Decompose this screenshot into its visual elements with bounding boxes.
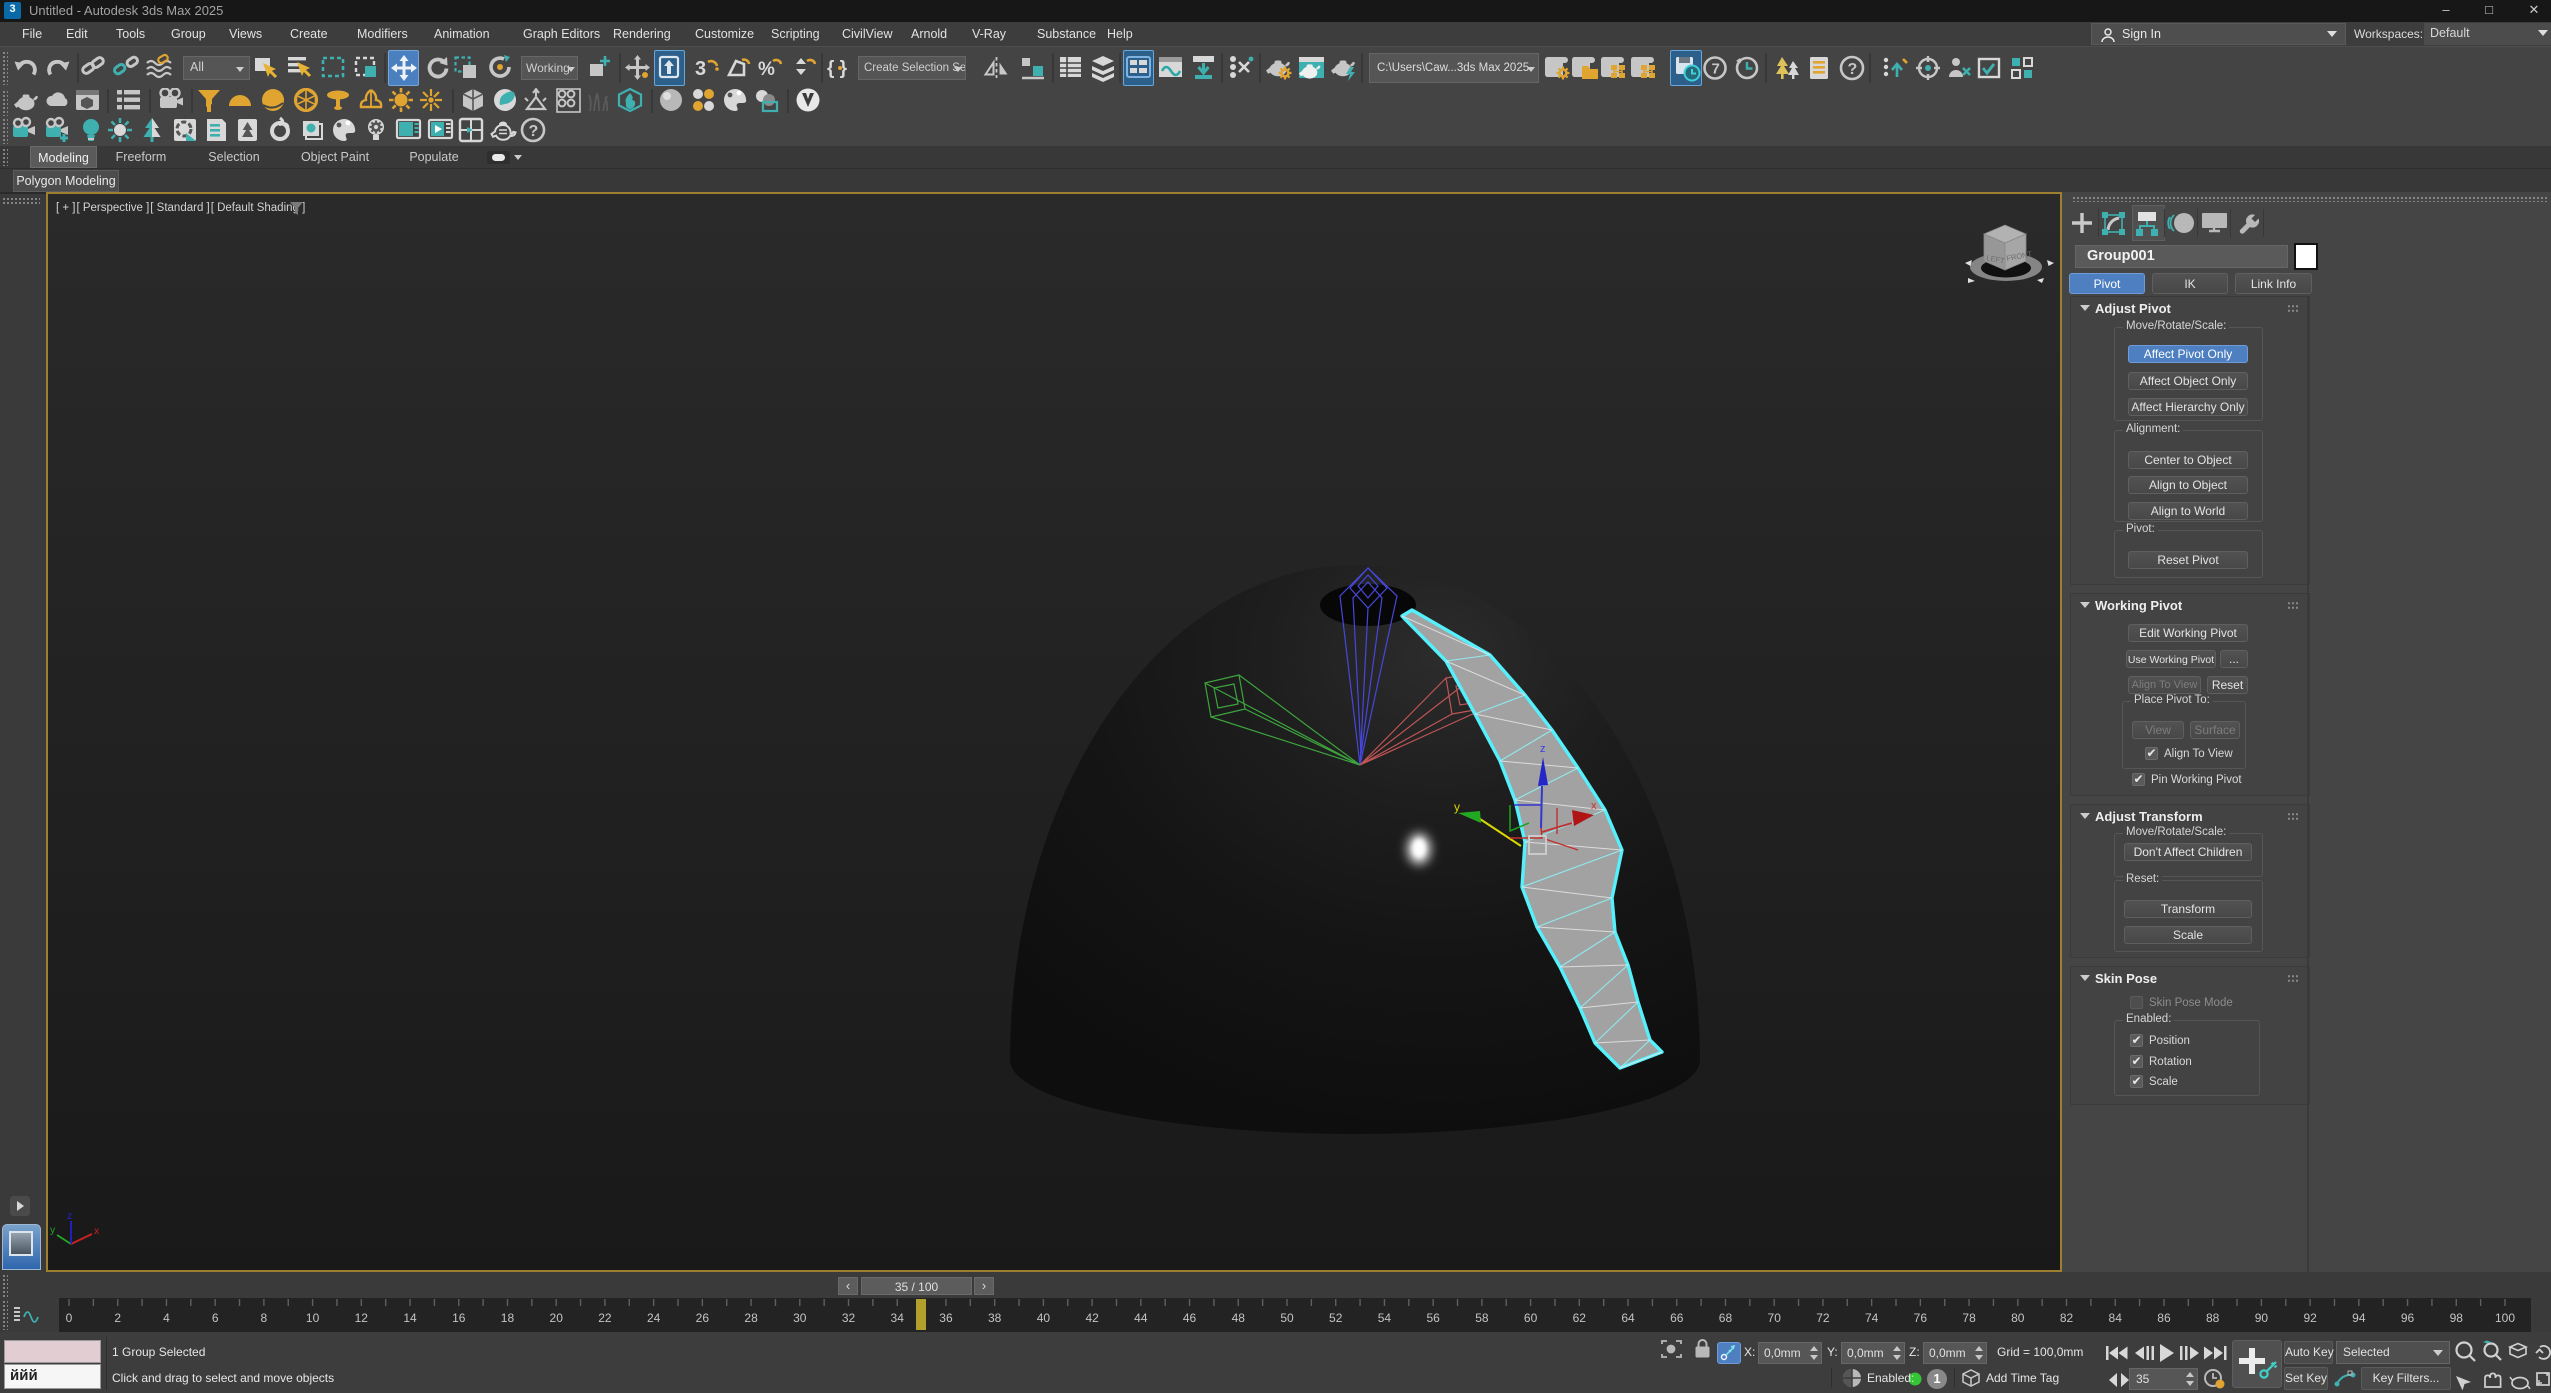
svg-text:8: 8 (261, 1311, 268, 1325)
svg-text:38: 38 (988, 1311, 1002, 1325)
svg-text:54: 54 (1378, 1311, 1392, 1325)
svg-text:48: 48 (1232, 1311, 1246, 1325)
svg-text:98: 98 (2450, 1311, 2464, 1325)
svg-text:28: 28 (744, 1311, 758, 1325)
svg-text:30: 30 (793, 1311, 807, 1325)
svg-text:42: 42 (1085, 1311, 1099, 1325)
svg-text:92: 92 (2303, 1311, 2317, 1325)
svg-text:10: 10 (306, 1311, 320, 1325)
svg-text:20: 20 (550, 1311, 564, 1325)
svg-text:86: 86 (2157, 1311, 2171, 1325)
svg-text:94: 94 (2352, 1311, 2366, 1325)
svg-text:0: 0 (66, 1311, 73, 1325)
svg-text:z: z (67, 1210, 72, 1222)
svg-text:56: 56 (1426, 1311, 1440, 1325)
svg-text:x: x (94, 1225, 100, 1237)
svg-text:z: z (1540, 743, 1546, 755)
svg-text:2: 2 (114, 1311, 121, 1325)
svg-text:32: 32 (842, 1311, 856, 1325)
svg-text:72: 72 (1816, 1311, 1830, 1325)
svg-text:24: 24 (647, 1311, 661, 1325)
svg-text:12: 12 (355, 1311, 369, 1325)
svg-text:x: x (1591, 800, 1597, 812)
svg-text:22: 22 (598, 1311, 612, 1325)
svg-text:y: y (1454, 800, 1460, 814)
svg-text:6: 6 (212, 1311, 219, 1325)
svg-text:40: 40 (1037, 1311, 1051, 1325)
svg-text:46: 46 (1183, 1311, 1197, 1325)
svg-text:16: 16 (452, 1311, 466, 1325)
svg-text:52: 52 (1329, 1311, 1343, 1325)
svg-text:4: 4 (163, 1311, 170, 1325)
svg-text:96: 96 (2401, 1311, 2415, 1325)
svg-text:88: 88 (2206, 1311, 2220, 1325)
svg-text:100: 100 (2495, 1311, 2515, 1325)
svg-text:66: 66 (1670, 1311, 1684, 1325)
svg-text:90: 90 (2255, 1311, 2269, 1325)
svg-text:y: y (50, 1224, 56, 1236)
svg-text:82: 82 (2060, 1311, 2074, 1325)
svg-text:60: 60 (1524, 1311, 1538, 1325)
svg-text:14: 14 (403, 1311, 417, 1325)
svg-text:80: 80 (2011, 1311, 2025, 1325)
svg-text:62: 62 (1573, 1311, 1587, 1325)
svg-text:18: 18 (501, 1311, 515, 1325)
svg-text:70: 70 (1768, 1311, 1782, 1325)
svg-text:74: 74 (1865, 1311, 1879, 1325)
svg-text:26: 26 (696, 1311, 710, 1325)
svg-text:76: 76 (1914, 1311, 1928, 1325)
svg-text:58: 58 (1475, 1311, 1489, 1325)
svg-text:44: 44 (1134, 1311, 1148, 1325)
svg-text:78: 78 (1962, 1311, 1976, 1325)
svg-text:36: 36 (939, 1311, 953, 1325)
svg-text:34: 34 (891, 1311, 905, 1325)
svg-text:68: 68 (1719, 1311, 1733, 1325)
svg-text:50: 50 (1280, 1311, 1294, 1325)
svg-text:84: 84 (2109, 1311, 2123, 1325)
svg-text:64: 64 (1621, 1311, 1635, 1325)
